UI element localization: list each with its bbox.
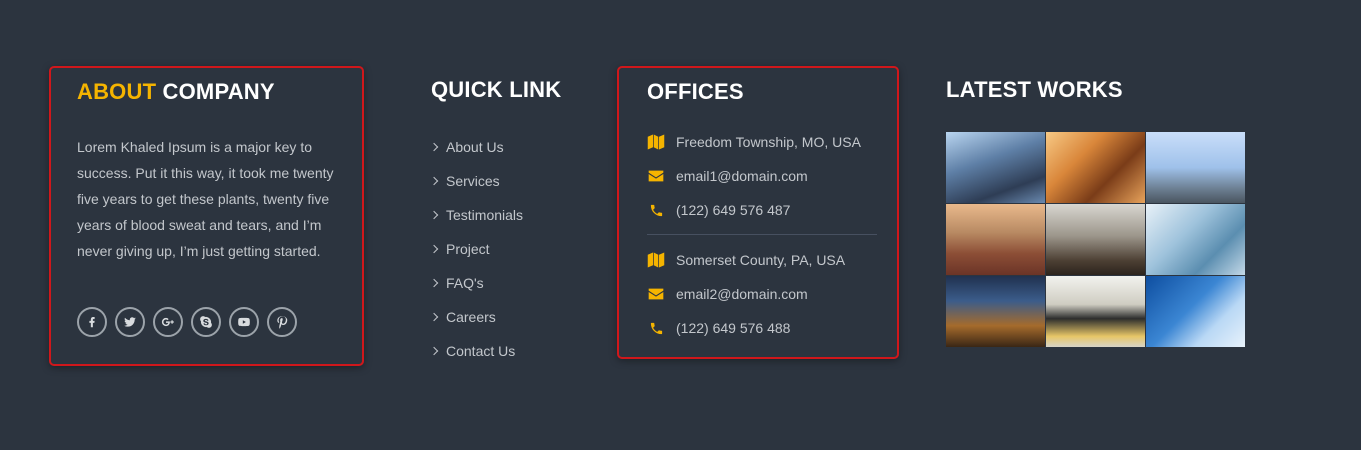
offices-divider bbox=[647, 234, 877, 235]
crane-construction-photo[interactable] bbox=[1146, 132, 1245, 203]
about-heading: ABOUT COMPANY bbox=[77, 79, 275, 105]
about-text: Lorem Khaled Ipsum is a major key to suc… bbox=[77, 139, 334, 259]
office1-email[interactable]: email1@domain.com bbox=[647, 167, 808, 185]
quick-link-contact-us[interactable]: Contact Us bbox=[429, 334, 523, 368]
quick-link-faqs[interactable]: FAQ's bbox=[429, 266, 523, 300]
timber-frame-photo[interactable] bbox=[1046, 132, 1145, 203]
envelope-icon bbox=[647, 285, 665, 303]
chevron-right-icon bbox=[429, 278, 439, 288]
quick-link-label: Contact Us bbox=[446, 343, 516, 359]
latest-works-heading: LATEST WORKS bbox=[946, 77, 1123, 102]
temple-aerial-photo[interactable] bbox=[946, 204, 1045, 275]
chevron-right-icon bbox=[429, 346, 439, 356]
quick-link-list: About Us Services Testimonials Project F… bbox=[429, 130, 524, 368]
office2-email[interactable]: email2@domain.com bbox=[647, 285, 808, 303]
office1-email-text: email1@domain.com bbox=[676, 168, 808, 184]
chevron-right-icon bbox=[429, 244, 439, 254]
glass-building-photo[interactable] bbox=[946, 132, 1045, 203]
about-heading-accent: ABOUT bbox=[77, 79, 157, 104]
quick-link-label: Testimonials bbox=[446, 207, 524, 223]
phone-icon bbox=[647, 319, 665, 337]
chevron-right-icon bbox=[429, 176, 439, 186]
skype-icon[interactable] bbox=[191, 307, 221, 337]
social-links bbox=[77, 307, 297, 337]
office2-address: Somerset County, PA, USA bbox=[647, 251, 845, 269]
office2-phone[interactable]: (122) 649 576 488 bbox=[647, 319, 790, 337]
chevron-right-icon bbox=[429, 142, 439, 152]
pinterest-icon[interactable] bbox=[267, 307, 297, 337]
twitter-icon[interactable] bbox=[115, 307, 145, 337]
quick-link-label: FAQ's bbox=[446, 275, 484, 291]
blue-skyscraper-photo[interactable] bbox=[1146, 276, 1245, 347]
facebook-icon[interactable] bbox=[77, 307, 107, 337]
map-icon bbox=[647, 133, 665, 151]
quick-link-label: Careers bbox=[446, 309, 496, 325]
quick-link-careers[interactable]: Careers bbox=[429, 300, 523, 334]
office2-address-text: Somerset County, PA, USA bbox=[676, 252, 846, 268]
offices-section: OFFICES Freedom Township, MO, USA email1… bbox=[617, 66, 899, 359]
office1-phone[interactable]: (122) 649 576 487 bbox=[647, 201, 790, 219]
quick-link-heading: QUICK LINK bbox=[431, 77, 562, 102]
latest-works-grid bbox=[946, 132, 1245, 347]
office2-email-text: email2@domain.com bbox=[676, 286, 808, 302]
chevron-right-icon bbox=[429, 210, 439, 220]
office2-phone-text: (122) 649 576 488 bbox=[676, 320, 791, 336]
office1-phone-text: (122) 649 576 487 bbox=[676, 202, 791, 218]
quick-link-services[interactable]: Services bbox=[429, 164, 523, 198]
chevron-right-icon bbox=[429, 312, 439, 322]
office1-address: Freedom Township, MO, USA bbox=[647, 133, 861, 151]
quick-link-project[interactable]: Project bbox=[429, 232, 523, 266]
map-icon bbox=[647, 251, 665, 269]
about-heading-rest: COMPANY bbox=[162, 79, 275, 104]
phone-icon bbox=[647, 201, 665, 219]
quick-link-label: Services bbox=[446, 173, 500, 189]
quick-link-testimonials[interactable]: Testimonials bbox=[429, 198, 524, 232]
about-company-section: ABOUT COMPANY Lorem Khaled Ipsum is a ma… bbox=[49, 66, 364, 366]
office-building-photo[interactable] bbox=[1046, 276, 1145, 347]
quick-link-label: About Us bbox=[446, 139, 504, 155]
meeting-room-photo[interactable] bbox=[1046, 204, 1145, 275]
quick-link-label: Project bbox=[446, 241, 490, 257]
glass-tower-photo[interactable] bbox=[1146, 204, 1245, 275]
envelope-icon bbox=[647, 167, 665, 185]
night-city-photo[interactable] bbox=[946, 276, 1045, 347]
quick-link-about-us[interactable]: About Us bbox=[429, 130, 523, 164]
office1-address-text: Freedom Township, MO, USA bbox=[676, 134, 861, 150]
google-plus-icon[interactable] bbox=[153, 307, 183, 337]
offices-heading: OFFICES bbox=[647, 79, 744, 104]
youtube-icon[interactable] bbox=[229, 307, 259, 337]
